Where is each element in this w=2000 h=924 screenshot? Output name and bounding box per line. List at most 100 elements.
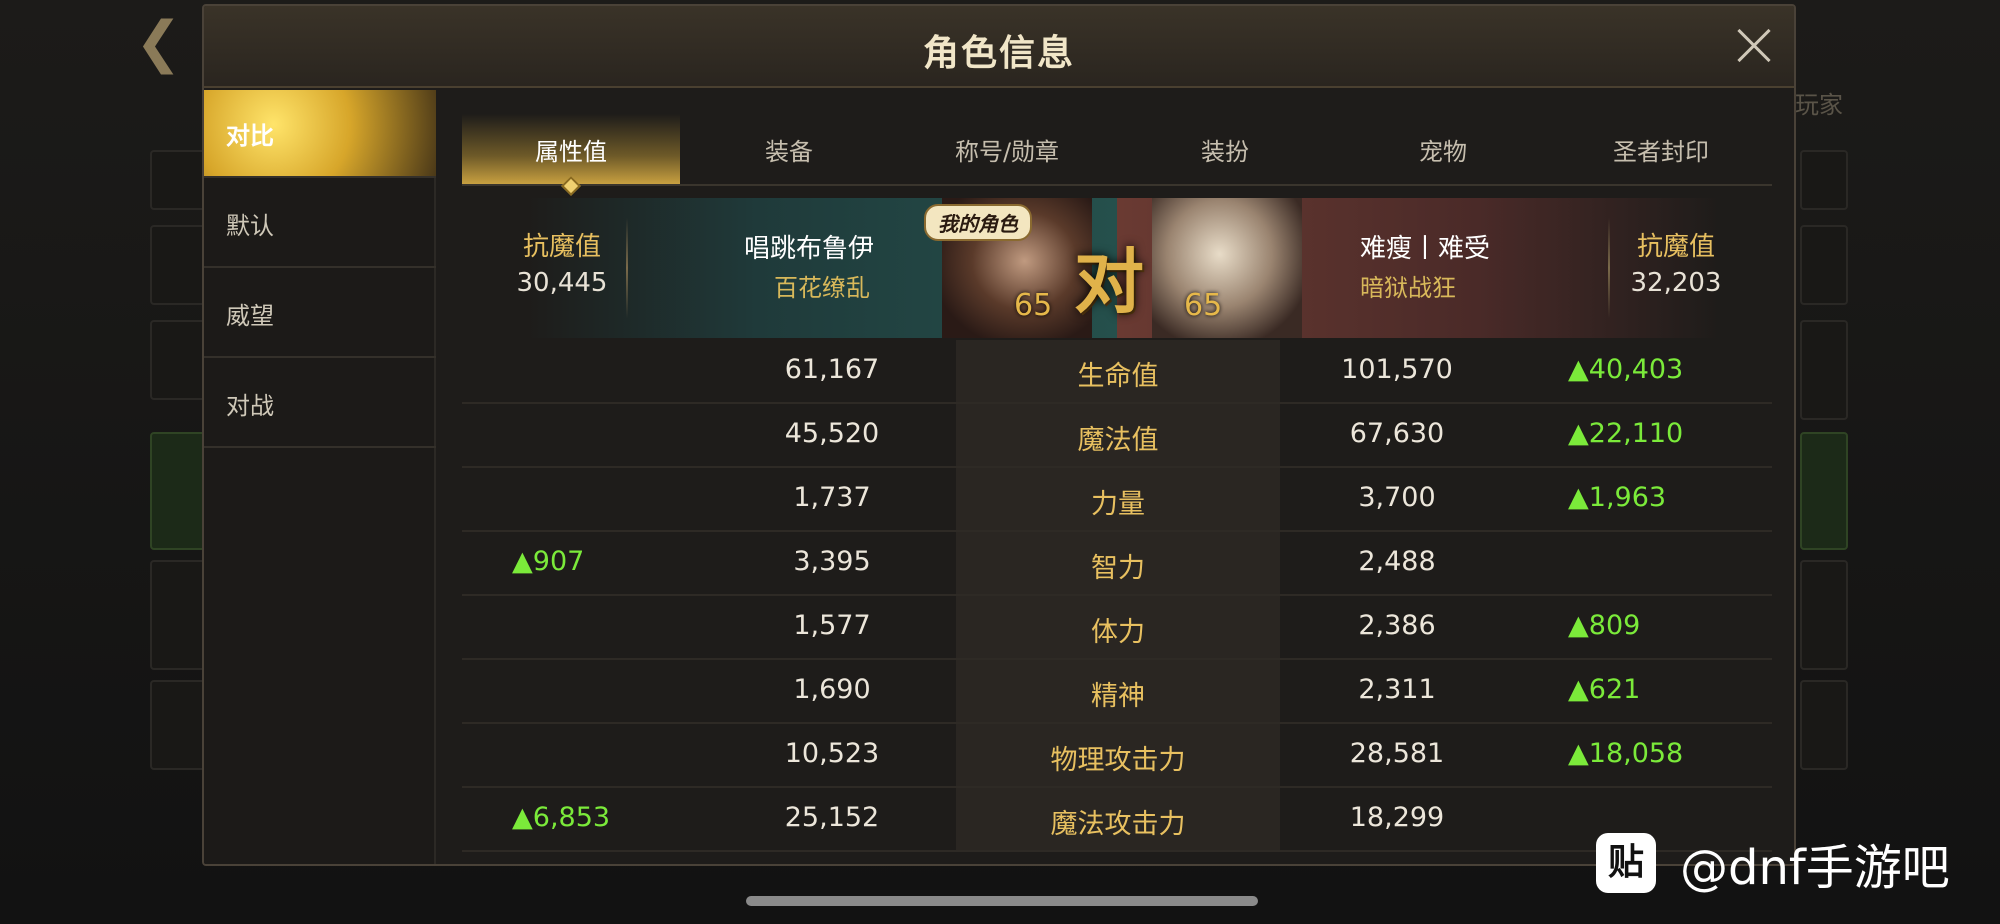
bg-panel <box>1800 150 1848 210</box>
tab-label: 装扮 <box>1201 138 1249 166</box>
sidebar-item-prestige[interactable]: 威望 <box>204 270 436 358</box>
tab-saint-seal[interactable]: 圣者封印 <box>1552 114 1770 184</box>
my-magic-resist-label: 抗魔值 <box>522 232 601 262</box>
opponent-magic-resist-label: 抗魔值 <box>1636 232 1715 262</box>
opponent-value: 2,311 <box>1358 674 1436 705</box>
my-value: 1,737 <box>793 482 871 513</box>
opponent-advantage: ▲22,110 <box>1568 418 1684 449</box>
back-arrow-icon[interactable]: ❮ <box>135 10 182 75</box>
bg-panel <box>150 560 210 670</box>
my-value: 10,523 <box>784 738 880 769</box>
my-value: 25,152 <box>784 802 880 833</box>
bg-panel <box>150 320 210 400</box>
bg-panel <box>1800 432 1848 550</box>
sidebar-item-label: 威望 <box>226 302 274 330</box>
my-advantage: ▲907 <box>512 546 585 577</box>
sidebar-item-label: 对比 <box>226 122 274 150</box>
opponent-value: 2,386 <box>1358 610 1436 641</box>
opponent-value: 101,570 <box>1341 354 1453 385</box>
opponent-advantage: ▲621 <box>1568 674 1641 705</box>
sidebar: 对比 默认 威望 对战 <box>204 90 436 864</box>
opponent-value: 3,700 <box>1358 482 1436 513</box>
table-row: ▲6,853 25,152 魔法攻击力 18,299 <box>462 788 1772 852</box>
my-value: 61,167 <box>784 354 880 385</box>
bg-panel <box>150 225 210 305</box>
tab-bar: 属性值 装备 称号/勋章 装扮 宠物 圣者封印 <box>462 114 1772 196</box>
attribute-name: 精神 <box>1091 681 1145 712</box>
my-value: 1,577 <box>793 610 871 641</box>
opponent-value: 2,488 <box>1358 546 1436 577</box>
table-row: ▲907 3,395 智力 2,488 <box>462 532 1772 596</box>
table-row: 10,523 物理攻击力 28,581 ▲18,058 <box>462 724 1772 788</box>
home-indicator-bar[interactable] <box>746 896 1258 906</box>
sidebar-item-default[interactable]: 默认 <box>204 180 436 268</box>
titlebar: 角色信息 <box>204 6 1794 88</box>
my-value: 45,520 <box>784 418 880 449</box>
bg-panel <box>150 432 210 550</box>
my-level: 65 <box>1014 288 1053 323</box>
tab-pets[interactable]: 宠物 <box>1334 114 1552 184</box>
bg-panel <box>1800 560 1848 670</box>
sidebar-item-label: 默认 <box>226 212 274 240</box>
tab-outfit[interactable]: 装扮 <box>1116 114 1334 184</box>
my-value: 1,690 <box>793 674 871 705</box>
opponent-player-name: 难瘦丨难受 <box>1360 234 1491 264</box>
tab-equipment[interactable]: 装备 <box>680 114 898 184</box>
attribute-name: 智力 <box>1091 553 1145 584</box>
opponent-advantage: ▲18,058 <box>1568 738 1684 769</box>
tab-attributes[interactable]: 属性值 <box>462 114 680 196</box>
tab-label: 称号/勋章 <box>954 138 1060 166</box>
my-advantage: ▲6,853 <box>512 802 611 833</box>
sidebar-item-compare[interactable]: 对比 <box>204 90 436 178</box>
attribute-name: 魔法值 <box>1077 425 1159 456</box>
divider <box>1608 218 1610 318</box>
opponent-level: 65 <box>1184 288 1223 323</box>
attribute-name: 体力 <box>1091 617 1145 648</box>
versus-emblem: 对 <box>1074 241 1144 323</box>
my-player-class: 百花缭乱 <box>774 274 870 302</box>
opponent-player-class: 暗狱战狂 <box>1360 274 1456 302</box>
tab-label: 宠物 <box>1419 138 1467 166</box>
versus-banner: 抗魔值 30,445 唱跳布鲁伊 百花缭乱 我的角色 对 65 65 难瘦丨难受… <box>462 198 1772 338</box>
my-character-tag: 我的角色 <box>924 204 1032 241</box>
table-row: 1,577 体力 2,386 ▲809 <box>462 596 1772 660</box>
dialog-title: 角色信息 <box>922 33 1075 74</box>
bg-corner-label: 玩家 <box>1795 91 1843 119</box>
active-tab-indicator-icon <box>561 176 581 196</box>
close-icon[interactable] <box>1732 26 1772 66</box>
opponent-advantage: ▲1,963 <box>1568 482 1667 513</box>
attribute-name: 力量 <box>1091 489 1145 520</box>
character-info-dialog: 角色信息 对比 默认 威望 对战 属性值 装备 称号/勋章 装扮 宠物 圣者封印… <box>202 4 1796 866</box>
opponent-magic-resist-value: 32,203 <box>1630 268 1722 298</box>
opponent-value: 28,581 <box>1349 738 1445 769</box>
opponent-value: 18,299 <box>1349 802 1445 833</box>
tab-titles-medals[interactable]: 称号/勋章 <box>898 114 1116 184</box>
tab-label: 圣者封印 <box>1613 138 1709 166</box>
tab-label: 装备 <box>765 138 813 166</box>
bg-panel <box>1800 225 1848 305</box>
watermark-text: @dnf手游吧 <box>1680 840 1950 896</box>
attribute-name: 魔法攻击力 <box>1050 809 1186 840</box>
opponent-advantage: ▲809 <box>1568 610 1641 641</box>
sidebar-item-battle[interactable]: 对战 <box>204 360 436 448</box>
attribute-name: 物理攻击力 <box>1050 745 1186 776</box>
bg-panel <box>150 150 210 210</box>
sidebar-item-label: 对战 <box>226 392 274 420</box>
bg-panel <box>150 680 210 770</box>
table-row: 1,737 力量 3,700 ▲1,963 <box>462 468 1772 532</box>
bg-panel <box>1800 680 1848 770</box>
table-row: 61,167 生命值 101,570 ▲40,403 <box>462 340 1772 404</box>
my-player-name: 唱跳布鲁伊 <box>744 234 875 264</box>
my-magic-resist-value: 30,445 <box>516 268 608 298</box>
divider <box>626 218 628 318</box>
tieba-logo-icon: 贴 <box>1596 833 1656 893</box>
my-value: 3,395 <box>793 546 871 577</box>
bg-panel <box>1800 320 1848 420</box>
opponent-value: 67,630 <box>1349 418 1445 449</box>
tab-label: 属性值 <box>535 138 607 166</box>
watermark: 贴 @dnf手游吧 <box>1596 832 1950 896</box>
attribute-name: 生命值 <box>1077 361 1159 392</box>
opponent-character-portrait <box>1152 198 1302 338</box>
table-row: 1,690 精神 2,311 ▲621 <box>462 660 1772 724</box>
opponent-advantage: ▲40,403 <box>1568 354 1684 385</box>
